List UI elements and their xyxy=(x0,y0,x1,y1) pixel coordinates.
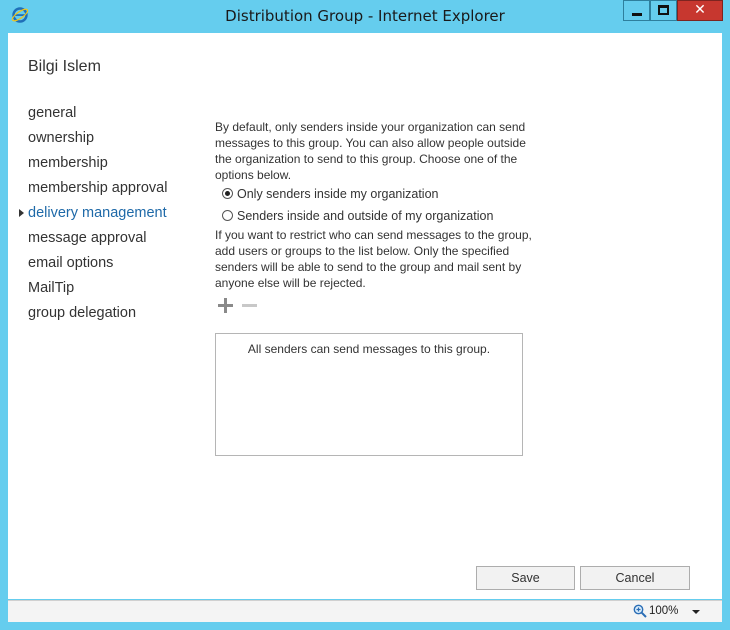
nav-item-message-approval[interactable]: message approval xyxy=(28,228,147,248)
nav-label: message approval xyxy=(28,230,147,246)
minimize-icon xyxy=(632,13,642,16)
maximize-icon xyxy=(658,5,669,15)
radio-inside-outside[interactable] xyxy=(222,210,233,221)
nav-item-mailtip[interactable]: MailTip xyxy=(28,278,74,298)
group-title: Bilgi Islem xyxy=(28,58,101,75)
radio-inside[interactable] xyxy=(222,188,233,199)
radio-option-inside[interactable]: Only senders inside my organization xyxy=(215,183,545,205)
nav-label: MailTip xyxy=(28,280,75,296)
remove-icon[interactable] xyxy=(242,297,258,313)
restrict-text: If you want to restrict who can send mes… xyxy=(215,228,532,290)
radio-label-inside: Only senders inside my organization xyxy=(237,187,439,201)
nav-item-group-delegation[interactable]: group delegation xyxy=(28,303,136,323)
radio-label-inside-outside: Senders inside and outside of my organiz… xyxy=(237,209,494,223)
cancel-button[interactable]: Cancel xyxy=(580,566,690,590)
add-icon[interactable] xyxy=(218,297,234,313)
intro-text: By default, only senders inside your org… xyxy=(215,120,526,182)
radio-option-inside-outside[interactable]: Senders inside and outside of my organiz… xyxy=(215,205,545,227)
browser-window: Distribution Group - Internet Explorer ✕… xyxy=(0,0,730,630)
save-button[interactable]: Save xyxy=(476,566,575,590)
zoom-level[interactable]: 100% xyxy=(649,601,678,622)
nav-item-general[interactable]: general xyxy=(28,103,76,123)
nav-label: email options xyxy=(28,255,114,271)
close-button[interactable]: ✕ xyxy=(677,0,723,21)
minimize-button[interactable] xyxy=(623,0,650,21)
active-arrow-icon xyxy=(19,209,24,217)
maximize-button[interactable] xyxy=(650,0,677,21)
dialog-content: Bilgi Islem general ownership membership… xyxy=(8,33,722,599)
title-bar[interactable]: Distribution Group - Internet Explorer ✕ xyxy=(0,0,730,33)
nav-item-email-options[interactable]: email options xyxy=(28,253,113,273)
allowed-senders-list[interactable]: All senders can send messages to this gr… xyxy=(215,333,523,456)
zoom-dropdown-icon[interactable] xyxy=(692,610,700,614)
nav-label: group delegation xyxy=(28,305,137,321)
nav-item-membership[interactable]: membership xyxy=(28,153,108,173)
nav-label: general xyxy=(28,105,77,121)
nav-label: membership approval xyxy=(28,180,168,196)
window-title: Distribution Group - Internet Explorer xyxy=(225,7,505,25)
nav-label: membership xyxy=(28,155,108,171)
nav-label: delivery management xyxy=(28,205,167,221)
nav-label: ownership xyxy=(28,130,95,146)
nav-item-delivery-management[interactable]: delivery management xyxy=(19,203,167,223)
list-toolbar xyxy=(215,297,545,321)
close-icon: ✕ xyxy=(694,2,706,18)
status-bar: 100% xyxy=(8,600,722,622)
zoom-icon[interactable] xyxy=(633,604,647,618)
nav-item-membership-approval[interactable]: membership approval xyxy=(28,178,167,198)
nav-item-ownership[interactable]: ownership xyxy=(28,128,94,148)
empty-list-text: All senders can send messages to this gr… xyxy=(247,342,491,356)
delivery-management-panel: By default, only senders inside your org… xyxy=(215,119,545,321)
